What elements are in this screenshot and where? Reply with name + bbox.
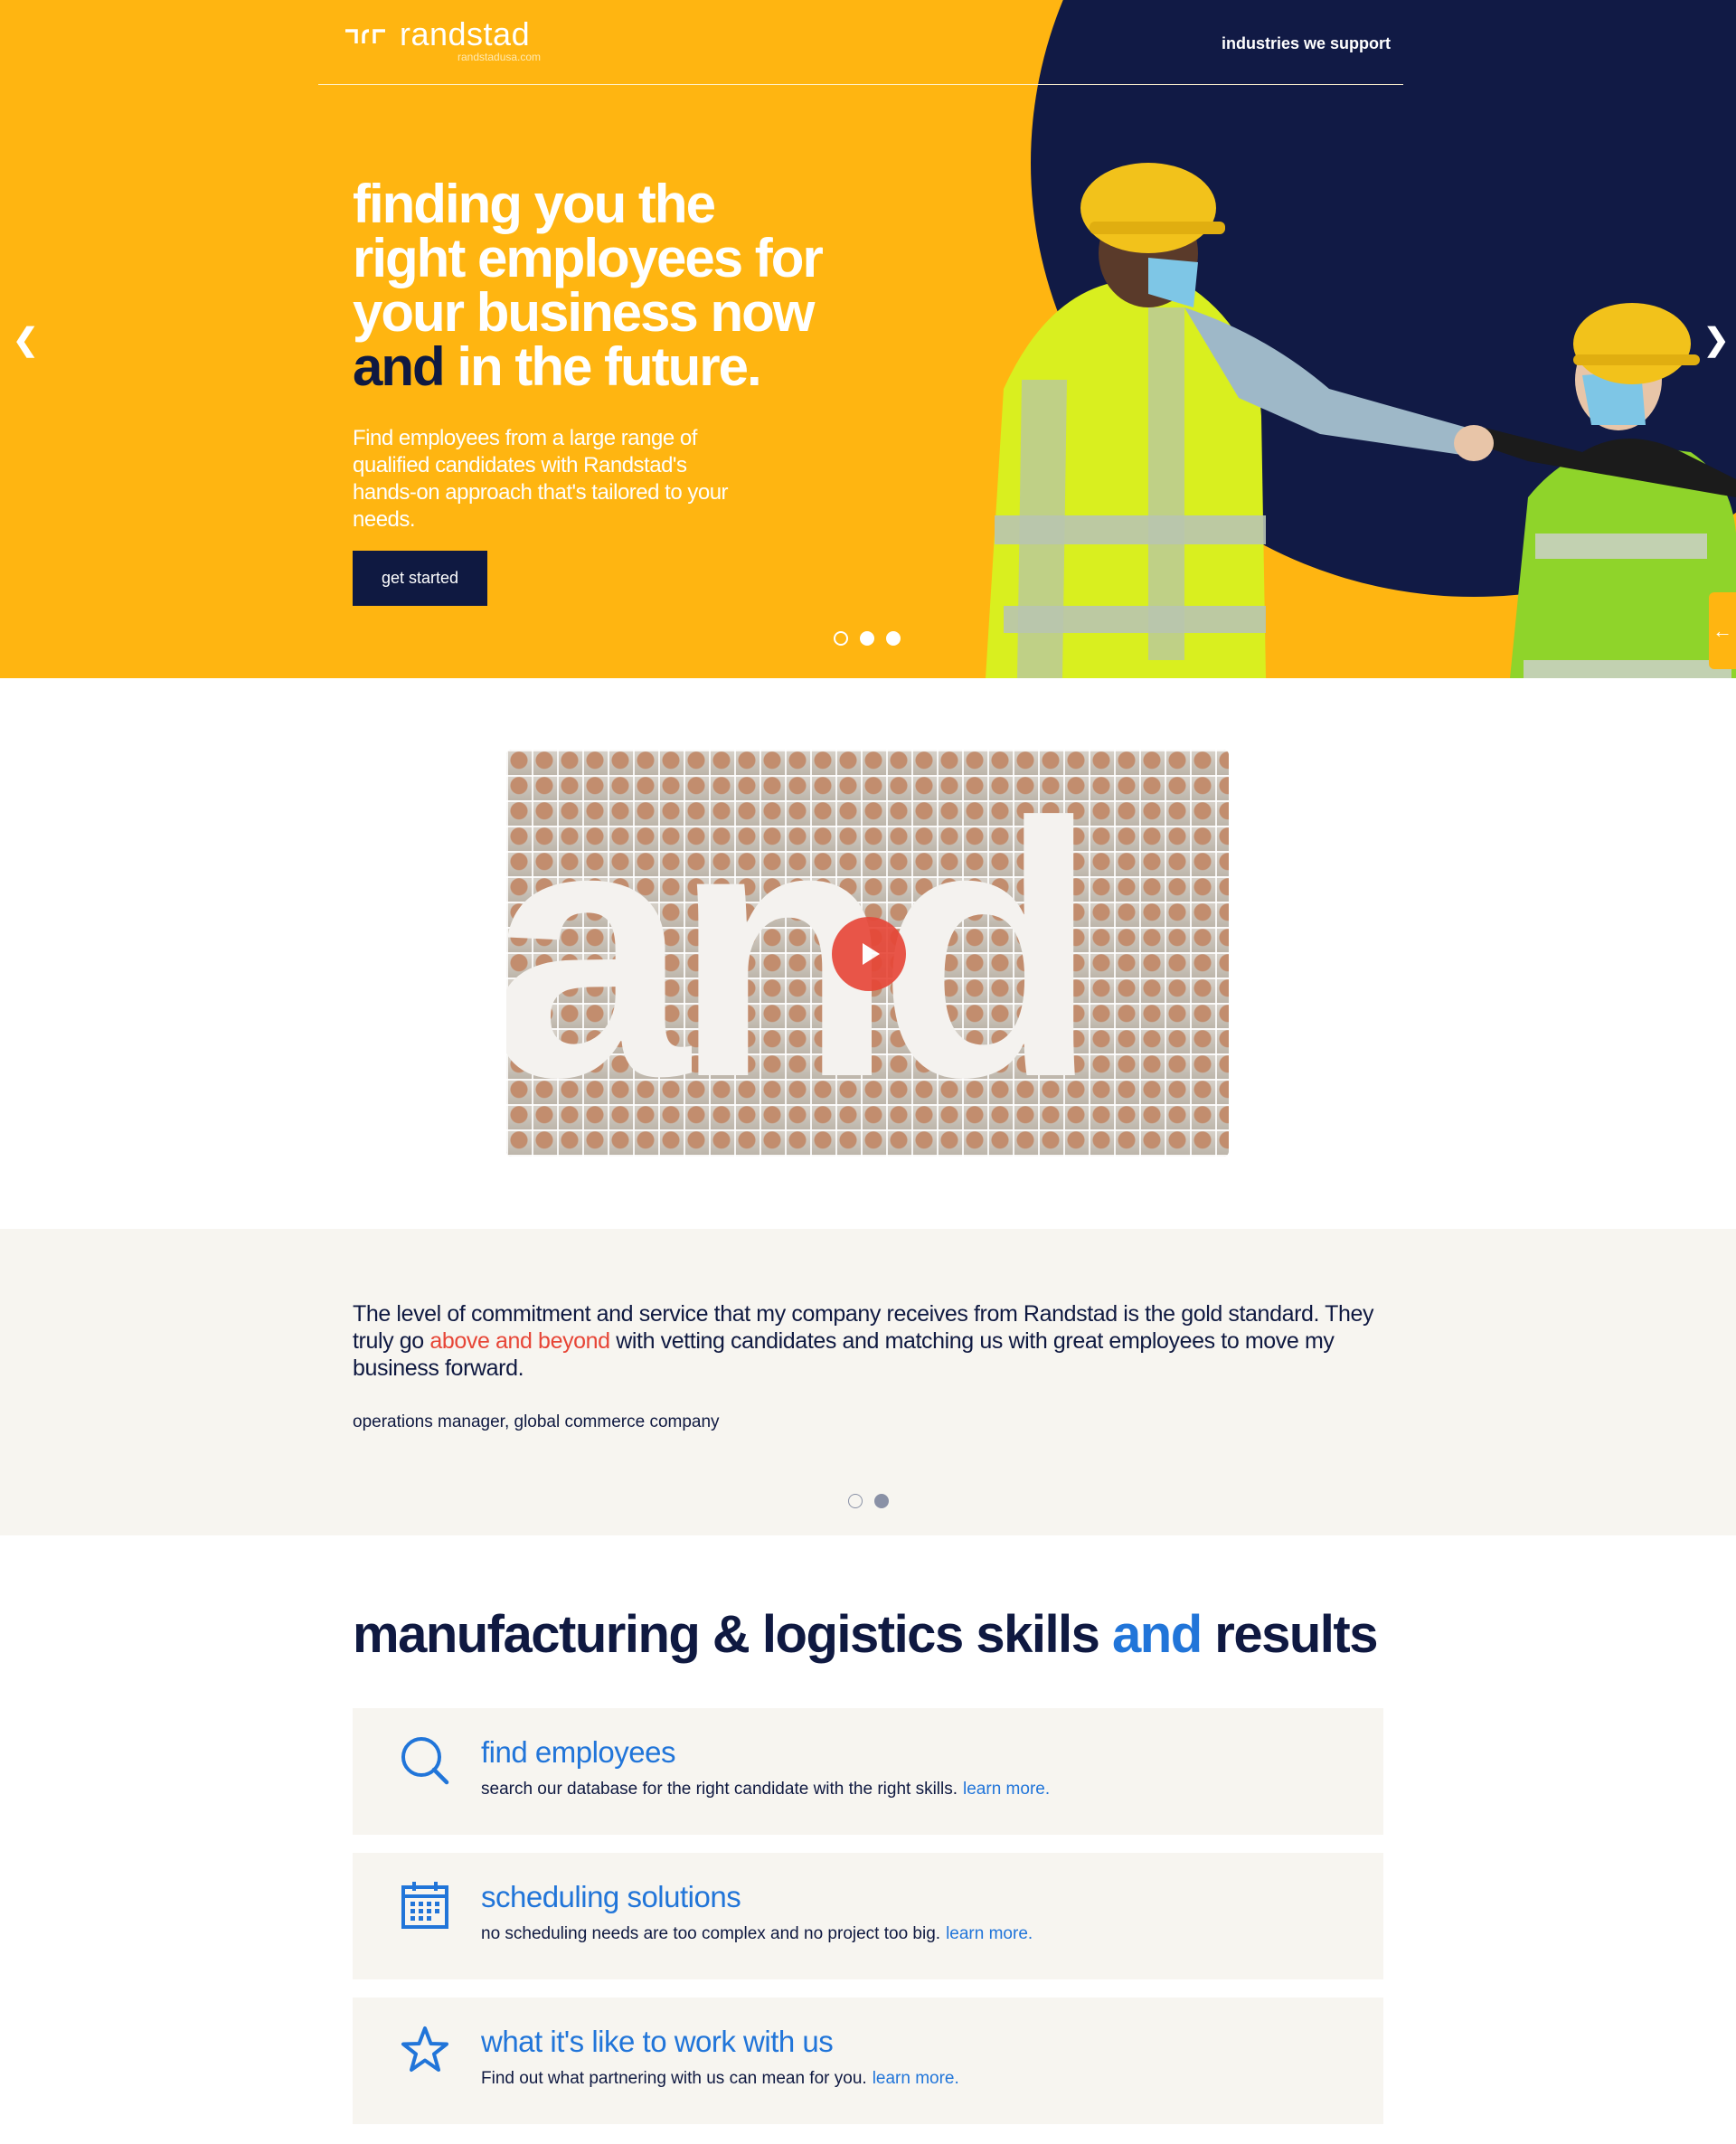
service-card-scheduling-solutions[interactable]: scheduling solutions no scheduling needs… <box>353 1853 1383 1979</box>
hero-title-and: and <box>353 336 446 397</box>
carousel-next-arrow-icon[interactable]: ❯ <box>1703 322 1730 358</box>
get-started-button[interactable]: get started <box>353 551 487 606</box>
hero-banner: randstad randstadusa.com industries we s… <box>0 0 1736 678</box>
carousel-dot-3[interactable] <box>886 631 901 646</box>
testimonial-dot-1[interactable] <box>848 1494 863 1508</box>
randstad-logo-icon <box>345 29 385 43</box>
testimonial-carousel-dots <box>848 1494 889 1508</box>
brand-name: randstad <box>400 15 531 52</box>
card-title[interactable]: scheduling solutions <box>481 1880 741 1914</box>
hero-title-line-3: your business now <box>353 282 815 343</box>
play-icon[interactable] <box>832 917 906 991</box>
arrow-left-icon: ← <box>1712 619 1732 642</box>
quote-highlight: above and beyond <box>429 1328 610 1354</box>
section-title-accent: and <box>1112 1605 1203 1664</box>
brand-logo[interactable]: randstad randstadusa.com <box>344 15 541 63</box>
learn-more-link[interactable]: learn more. <box>873 2069 959 2088</box>
hero-subtitle: Find employees from a large range of qua… <box>353 426 729 532</box>
card-title[interactable]: find employees <box>481 1735 675 1770</box>
hero-title-line-1: finding you the <box>353 174 716 234</box>
carousel-dot-1[interactable] <box>834 631 848 646</box>
testimonial-author: operations manager, global commerce comp… <box>353 1412 720 1431</box>
side-feedback-tab[interactable]: ← <box>1709 592 1736 669</box>
card-description: Find out what partnering with us can mea… <box>481 2069 959 2088</box>
nav-industries-we-support[interactable]: industries we support <box>1222 34 1391 53</box>
testimonial-section: The level of commitment and service that… <box>0 1229 1736 1535</box>
testimonial-dot-2[interactable] <box>874 1494 889 1508</box>
hero-workers-image <box>986 163 1736 678</box>
hero-title-line-2: right employees for <box>353 228 824 288</box>
play-triangle-icon <box>863 943 880 965</box>
learn-more-link[interactable]: learn more. <box>946 1924 1033 1943</box>
service-card-find-employees[interactable]: find employees search our database for t… <box>353 1708 1383 1835</box>
search-icon <box>401 1737 449 1785</box>
section-title: manufacturing & logistics skills and res… <box>353 1605 1379 1664</box>
hero-title-line-4: in the future. <box>443 336 761 397</box>
video-overlay-text: and <box>506 750 1099 1152</box>
card-description: no scheduling needs are too complex and … <box>481 1924 1033 1943</box>
star-icon <box>401 2026 448 2072</box>
hero-title: finding you the right employees for your… <box>353 174 824 397</box>
carousel-prev-arrow-icon[interactable]: ❮ <box>13 322 39 358</box>
testimonial-quote: The level of commitment and service that… <box>353 1301 1374 1381</box>
service-card-work-with-us[interactable]: what it's like to work with us Find out … <box>353 1998 1383 2124</box>
carousel-dot-2[interactable] <box>860 631 874 646</box>
hero-carousel-dots <box>834 631 901 646</box>
card-title[interactable]: what it's like to work with us <box>481 2025 834 2059</box>
calendar-icon <box>401 1882 448 1929</box>
learn-more-link[interactable]: learn more. <box>963 1780 1050 1799</box>
video-player[interactable]: and <box>506 750 1229 1157</box>
brand-url: randstadusa.com <box>458 51 542 63</box>
card-description: search our database for the right candid… <box>481 1780 1051 1799</box>
header-divider <box>318 84 1403 85</box>
